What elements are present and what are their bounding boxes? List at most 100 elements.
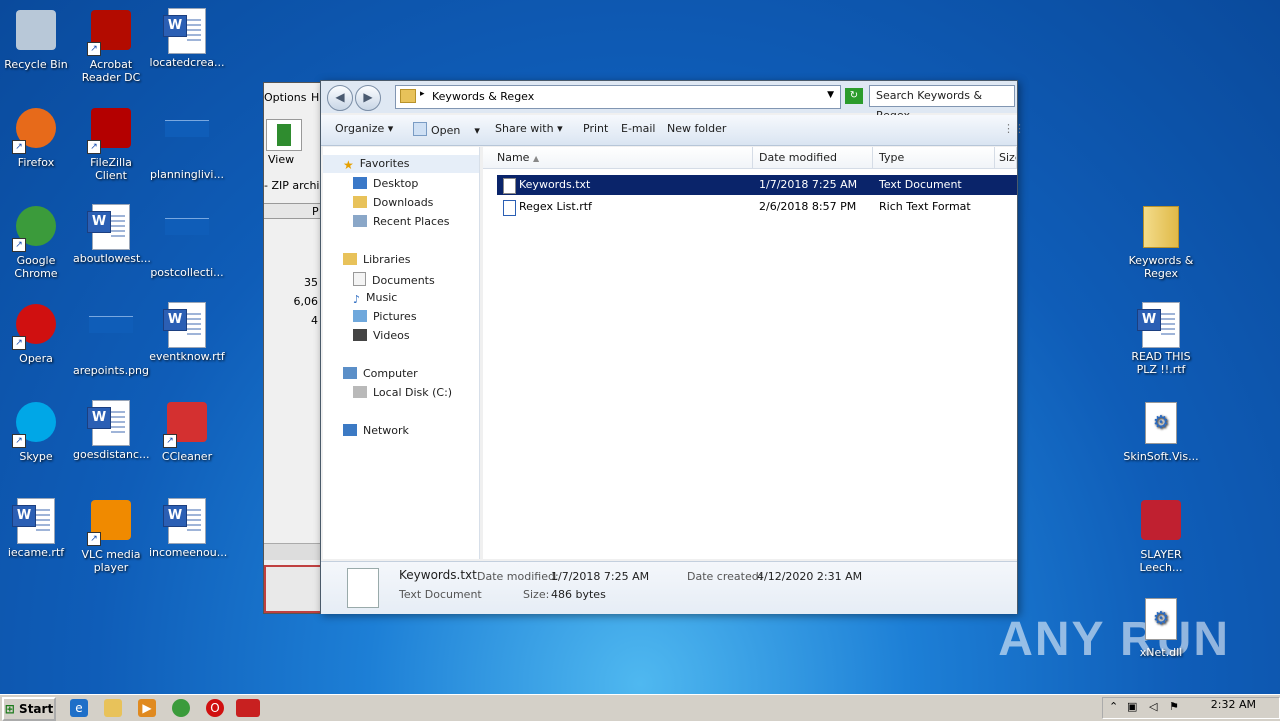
- disk-icon: [353, 386, 367, 398]
- column-name[interactable]: Name ▲: [483, 147, 753, 169]
- forward-button[interactable]: ▶: [355, 85, 381, 111]
- print-button[interactable]: Print: [583, 122, 608, 135]
- address-bar[interactable]: ▸ Keywords & Regex ▼: [395, 85, 841, 109]
- documents-icon: [353, 272, 366, 286]
- file-date: 1/7/2018 7:25 AM: [759, 178, 858, 191]
- email-button[interactable]: E-mail: [621, 122, 656, 135]
- nav-documents[interactable]: Documents: [353, 272, 435, 287]
- refresh-icon[interactable]: ↻: [845, 88, 863, 104]
- desktop-icon-image-file[interactable]: planninglivi...: [149, 106, 225, 181]
- desktop-icon-label: planninglivi...: [150, 168, 224, 181]
- desktop-icon-word-document[interactable]: Waboutlowest...: [73, 204, 151, 265]
- desktop-icon-image-file[interactable]: postcollecti...: [149, 204, 225, 279]
- desktop-icon-label: Recycle Bin: [4, 58, 68, 71]
- desktop-icon-filezilla[interactable]: ↗ FileZilla Client: [73, 106, 149, 182]
- nav-recent-places[interactable]: Recent Places: [353, 215, 450, 228]
- desktop-icon-label: iecame.rtf: [7, 546, 65, 559]
- details-pane: Keywords.txt Date modified: 1/7/2018 7:2…: [321, 561, 1017, 614]
- desktop-icon-word-document[interactable]: Wgoesdistanc...: [73, 400, 150, 461]
- desktop-icon-slayer-app[interactable]: SLAYER Leech...: [1123, 498, 1199, 574]
- column-header[interactable]: P: [264, 203, 322, 219]
- tray-expand-icon[interactable]: ⌃: [1109, 700, 1118, 713]
- breadcrumb-arrow-icon[interactable]: ▸: [420, 89, 425, 99]
- downloads-icon: [353, 196, 367, 208]
- videos-icon: [353, 329, 367, 341]
- desktop-icon-word-document[interactable]: Wincomeenou...: [149, 498, 227, 559]
- desktop-icon-label: goesdistanc...: [73, 448, 150, 461]
- nav-music[interactable]: ♪ Music: [353, 291, 397, 306]
- explorer-window[interactable]: ◀ ▶ ▸ Keywords & Regex ▼ ↻ Search Keywor…: [320, 80, 1025, 614]
- file-row[interactable]: Regex List.rtf 2/6/2018 8:57 PM Rich Tex…: [497, 197, 1017, 217]
- desktop-icon-firefox[interactable]: ↗ Firefox: [0, 106, 74, 169]
- open-button[interactable]: Open ▾: [413, 122, 480, 137]
- desktop-icon-label: Acrobat Reader DC: [81, 58, 141, 84]
- value-1: 35: [304, 276, 318, 289]
- menu-options[interactable]: Options: [264, 91, 306, 104]
- nav-local-disk[interactable]: Local Disk (C:): [353, 386, 452, 399]
- desktop-icon-word-document[interactable]: W READ THIS PLZ !!.rtf: [1123, 302, 1199, 376]
- file-row[interactable]: Keywords.txt 1/7/2018 7:25 AM Text Docum…: [497, 175, 1017, 195]
- column-size[interactable]: Size: [995, 147, 1017, 169]
- new-folder-button[interactable]: New folder: [667, 122, 726, 135]
- address-path[interactable]: Keywords & Regex: [432, 90, 534, 103]
- organize-button[interactable]: Organize ▾: [335, 122, 393, 135]
- desktop-icon-label: Skype: [19, 450, 53, 463]
- nav-videos[interactable]: Videos: [353, 329, 410, 342]
- share-with-button[interactable]: Share with ▾: [495, 122, 563, 135]
- app-task-icon[interactable]: [236, 699, 260, 717]
- nav-pictures[interactable]: Pictures: [353, 310, 417, 323]
- desktop-icon-folder[interactable]: Keywords & Regex: [1123, 204, 1199, 280]
- pictures-icon: [353, 310, 367, 322]
- word-document-icon: W: [87, 400, 133, 446]
- view-button[interactable]: View: [268, 153, 294, 166]
- red-frame: [264, 565, 322, 613]
- desktop-icon-skype[interactable]: ↗ Skype: [0, 400, 74, 463]
- desktop-icon-dll-file[interactable]: ⚙ SkinSoft.Vis...: [1123, 400, 1199, 463]
- network-tray-icon[interactable]: ▣: [1127, 700, 1137, 713]
- image-file-icon: [165, 218, 209, 262]
- flag-icon[interactable]: ⚑: [1169, 700, 1179, 713]
- nav-libraries[interactable]: Libraries: [343, 253, 411, 266]
- opera-icon[interactable]: O: [206, 699, 224, 717]
- explorer-icon[interactable]: [104, 699, 122, 717]
- back-button[interactable]: ◀: [327, 85, 353, 111]
- value-3: 4: [311, 314, 318, 327]
- volume-icon[interactable]: ◁: [1149, 700, 1157, 713]
- desktop-icon-recycle-bin[interactable]: Recycle Bin: [0, 8, 74, 71]
- view-options-icon[interactable]: ⋮⋮: [1003, 122, 1025, 135]
- desktop-icon-word-document[interactable]: Weventknow.rtf: [149, 302, 225, 363]
- desktop-icon-dll-file[interactable]: ⚙ xNet.dll: [1123, 596, 1199, 659]
- desktop-icon-label: arepoints.png: [73, 364, 150, 377]
- desktop-icon-word-document[interactable]: Wlocatedcrea...: [149, 8, 225, 69]
- book-icon[interactable]: [266, 119, 302, 151]
- image-file-icon: [89, 316, 133, 360]
- desktop-icon-opera[interactable]: ↗ Opera: [0, 302, 74, 365]
- details-date-created-label: Date created:: [687, 570, 763, 583]
- media-player-icon[interactable]: ▶: [138, 699, 156, 717]
- chrome-icon[interactable]: [172, 699, 190, 717]
- clock[interactable]: 2:32 AM: [1211, 698, 1256, 711]
- desktop-icon-vlc[interactable]: ↗ VLC media player: [73, 498, 149, 574]
- start-button[interactable]: ⊞ Start: [2, 697, 56, 721]
- desktop-icon-acrobat-reader[interactable]: ↗ Acrobat Reader DC: [73, 8, 149, 84]
- background-window[interactable]: Options H View - ZIP archi P 35 6,06 4: [263, 82, 323, 614]
- nav-downloads[interactable]: Downloads: [353, 196, 433, 209]
- desktop-icon-ccleaner[interactable]: ↗ CCleaner: [149, 400, 225, 463]
- menu-help[interactable]: H: [311, 91, 319, 104]
- column-type[interactable]: Type: [873, 147, 995, 169]
- desktop-icon-label: xNet.dll: [1139, 646, 1183, 659]
- nav-desktop[interactable]: Desktop: [353, 177, 418, 190]
- nav-computer[interactable]: Computer: [343, 367, 418, 380]
- ie-icon[interactable]: e: [70, 699, 88, 717]
- sort-asc-icon: ▲: [532, 154, 540, 163]
- desktop-icon-chrome[interactable]: ↗ Google Chrome: [0, 204, 74, 280]
- search-input[interactable]: Search Keywords & Regex: [869, 85, 1015, 122]
- nav-network[interactable]: Network: [343, 424, 409, 437]
- column-date-modified[interactable]: Date modified: [753, 147, 873, 169]
- nav-favorites[interactable]: ★ Favorites: [343, 157, 409, 172]
- desktop-icon-word-document[interactable]: Wiecame.rtf: [0, 498, 74, 559]
- shortcut-arrow-icon: ↗: [87, 42, 101, 56]
- desktop-icon-image-file[interactable]: arepoints.png: [73, 302, 149, 377]
- opera-icon: ↗: [12, 304, 58, 350]
- address-dropdown-icon[interactable]: ▼: [827, 90, 834, 100]
